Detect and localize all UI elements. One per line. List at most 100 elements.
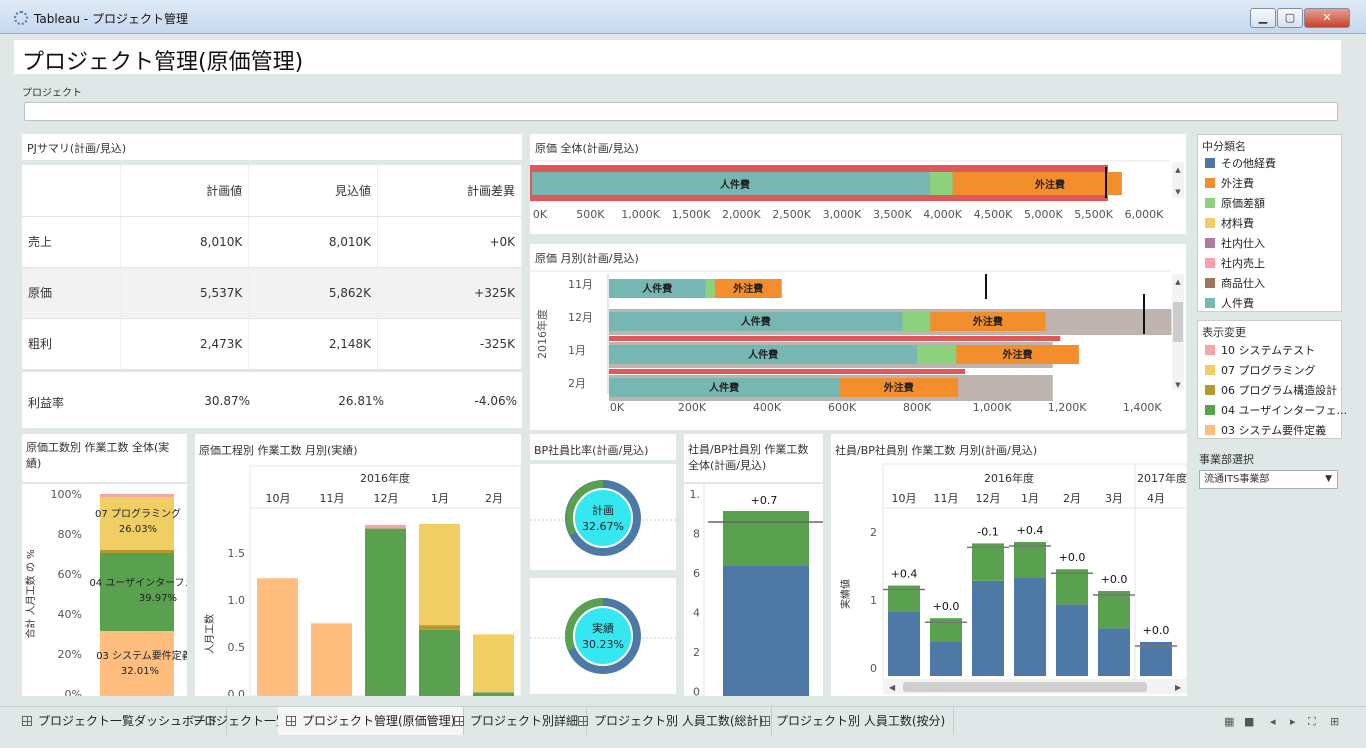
dashboard-header: プロジェクト管理(原価管理) xyxy=(14,40,1341,75)
legend-item-category[interactable]: 商品仕入 xyxy=(1205,275,1265,291)
scroll-down-icon[interactable]: ▼ xyxy=(1175,188,1181,196)
tab-project-staff-total[interactable]: プロジェクト別 人員工数(総計) xyxy=(570,707,773,735)
tick-label: 0K xyxy=(533,208,548,221)
bp-total-title-panel: 社員/BP社員別 作業工数 全体(計画/見込) xyxy=(684,434,823,482)
legend-item-category[interactable]: 外注費 xyxy=(1205,175,1254,191)
legend-item-process[interactable]: 07 プログラミング xyxy=(1205,362,1316,378)
legend-item-category[interactable]: 社内売上 xyxy=(1205,255,1265,271)
bar-segment xyxy=(917,345,957,364)
tick-label: 6 xyxy=(693,567,700,580)
legend-label: 商品仕入 xyxy=(1221,277,1265,290)
bp-ratio-title-panel: BP社員比率(計画/見込) xyxy=(530,434,676,460)
scroll-up-icon[interactable]: ▲ xyxy=(1175,278,1181,286)
minimize-button[interactable]: ▁ xyxy=(1250,8,1276,28)
legend-item-category[interactable]: 材料費 xyxy=(1205,215,1254,231)
bar-segment-requirements xyxy=(100,631,174,696)
scroll-up-icon[interactable]: ▲ xyxy=(1175,166,1181,174)
tab-project-cost[interactable]: プロジェクト管理(原価管理) xyxy=(278,707,465,735)
tab-project-staff-alloc[interactable]: プロジェクト別 人員工数(按分) xyxy=(752,707,955,735)
y-axis: 1. 8 6 4 2 0 xyxy=(690,488,701,699)
delta-label: +0.0 xyxy=(1143,624,1170,637)
tab-project-detail[interactable]: プロジェクト別詳細 xyxy=(446,707,588,735)
tick-label: 400K xyxy=(753,401,782,414)
cost-total-chart: 原価 全体(計画/見込) 人件費 外注費 0K 500K 1,000K 1,500K 2… xyxy=(530,134,1186,234)
presentation-icon[interactable]: ⊞ xyxy=(1330,715,1339,728)
delta-label: +0.7 xyxy=(751,494,778,507)
bar-employee xyxy=(1140,642,1172,676)
month-label: 11月 xyxy=(320,492,345,505)
dashboard-icon xyxy=(286,716,296,726)
legend-swatch xyxy=(1205,158,1215,168)
cell: +325K xyxy=(377,267,522,319)
summary-title: PJサマリ(計画/見込) xyxy=(27,142,127,155)
close-button[interactable]: ✕ xyxy=(1304,8,1350,28)
month-label: 12月 xyxy=(374,492,399,505)
chevron-down-icon[interactable]: ▼ xyxy=(1325,471,1332,488)
next-sheet-icon[interactable]: ▸ xyxy=(1290,715,1296,728)
scroll-down-icon[interactable]: ▼ xyxy=(1175,381,1181,389)
legend-label: 10 システムテスト xyxy=(1221,344,1316,357)
division-label: 事業部選択 xyxy=(1199,453,1254,466)
dashboard-icon xyxy=(578,716,588,726)
margin-row-panel: 利益率 30.87% 26.81% -4.06% xyxy=(22,372,522,428)
bp-total-chart: 1. 8 6 4 2 0 +0.7 xyxy=(684,484,823,699)
bar-segment xyxy=(419,523,460,626)
summary-title-panel: PJサマリ(計画/見込) xyxy=(22,134,522,160)
month-label: 1月 xyxy=(1021,492,1039,505)
bars: 人件費 外注費11月人件費 外注費12月人件費 外注費1月人件費 外注費2月 xyxy=(568,278,1172,401)
tick-label: 1,200K xyxy=(1048,401,1087,414)
maximize-button[interactable]: ▢ xyxy=(1277,8,1303,28)
bar-segment xyxy=(419,629,460,696)
col-header: 見込値 xyxy=(248,165,379,217)
fiscal-label: 2016年度 xyxy=(984,471,1034,485)
cell: 26.81% xyxy=(338,394,384,408)
y-axis: 100% 80% 60% 40% 20% 0% xyxy=(51,488,82,696)
bar-segment xyxy=(100,550,174,553)
segment-label: 外注費 xyxy=(732,282,763,295)
cell: -325K xyxy=(377,318,522,370)
fit-icon[interactable]: ⛶ xyxy=(1308,715,1316,729)
window-titlebar: Tableau - プロジェクト管理 ▁ ▢ ✕ xyxy=(0,0,1366,34)
legend-item-process[interactable]: 10 システムテスト xyxy=(1205,342,1315,358)
delta-label: +0.4 xyxy=(1017,524,1044,537)
month-label: 2月 xyxy=(1063,492,1081,505)
bar-segment xyxy=(257,578,298,696)
scroll-thumb[interactable] xyxy=(903,682,1147,692)
delta-label: +0.0 xyxy=(1101,573,1128,586)
delta-label: +0.0 xyxy=(933,600,960,613)
legend-item-category[interactable]: 社内仕入 xyxy=(1205,235,1265,251)
donut-value: 30.23% xyxy=(582,638,624,651)
y-axis-title: 合計 人月工数 の % xyxy=(24,549,37,638)
prev-sheet-icon[interactable]: ◂ xyxy=(1270,715,1276,728)
project-filter-input[interactable] xyxy=(24,102,1338,121)
col-header: 計画差異 xyxy=(377,165,522,217)
scroll-thumb[interactable] xyxy=(1173,302,1183,342)
bar-segment xyxy=(365,528,406,696)
bar-employee xyxy=(930,642,962,676)
grid-icon[interactable]: ■ xyxy=(1244,715,1254,728)
legend-item-category[interactable]: 原価差額 xyxy=(1205,195,1265,211)
tick-label: 4,000K xyxy=(923,208,962,221)
legend-item-process[interactable]: 06 プログラム構造設計 xyxy=(1205,382,1337,398)
tick-label: 1,500K xyxy=(672,208,711,221)
dashboard-icon xyxy=(760,716,770,726)
bar-employee xyxy=(1056,604,1088,676)
month-label: 12月 xyxy=(568,311,593,324)
scroll-right-icon[interactable]: ▶ xyxy=(1175,683,1182,692)
legend-swatch xyxy=(1205,425,1215,435)
tick-label: 1 xyxy=(870,594,877,607)
tick-label: 2,000K xyxy=(722,208,761,221)
legend-item-process[interactable]: 04 ユーザインターフェ... xyxy=(1205,402,1347,418)
page-title: プロジェクト管理(原価管理) xyxy=(22,50,304,75)
legend-swatch xyxy=(1205,385,1215,395)
x-axis: 0K 500K 1,000K 1,500K 2,000K 2,500K 3,000K 3,50… xyxy=(533,208,1164,221)
scroll-left-icon[interactable]: ◀ xyxy=(889,683,896,692)
segment-label: 04 ユーザインターフェ xyxy=(89,577,187,589)
cell: 8,010K xyxy=(248,216,379,268)
legend-item-process[interactable]: 03 システム要件定義 xyxy=(1205,422,1326,438)
month-label: 1月 xyxy=(568,344,586,357)
division-select[interactable]: 流通ITS事業部 ▼ xyxy=(1199,470,1338,489)
legend-item-category[interactable]: その他経費 xyxy=(1205,155,1276,171)
legend-item-category[interactable]: 人件費 xyxy=(1205,295,1254,311)
filmstrip-icon[interactable]: ▦ xyxy=(1224,715,1234,728)
